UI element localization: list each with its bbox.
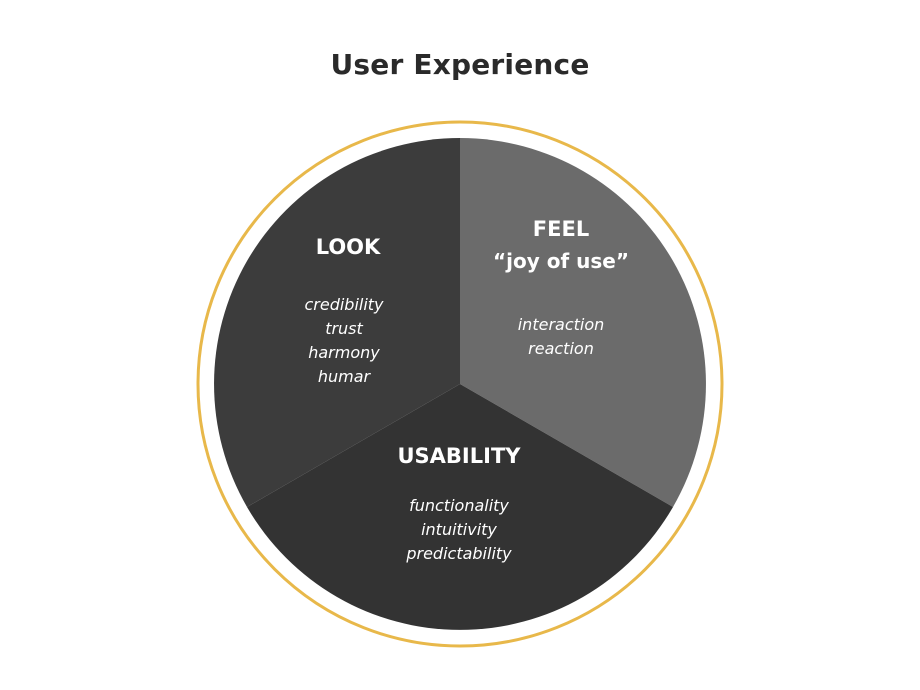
look-item: humar: [318, 367, 372, 386]
feel-item: reaction: [528, 339, 594, 358]
usability-item: intuitivity: [421, 520, 497, 539]
feel-title: FEEL: [533, 217, 589, 241]
look-item: trust: [325, 319, 363, 338]
usability-title: USABILITY: [398, 444, 522, 468]
look-item: credibility: [304, 295, 384, 314]
look-title: LOOK: [316, 235, 381, 259]
usability-item: predictability: [405, 544, 512, 563]
feel-subtitle: “joy of use”: [493, 249, 629, 273]
ux-pie-diagram: LOOK credibility trust harmony humar FEE…: [196, 120, 724, 648]
look-item: harmony: [308, 343, 380, 362]
usability-item: functionality: [409, 496, 509, 515]
feel-item: interaction: [518, 315, 605, 334]
